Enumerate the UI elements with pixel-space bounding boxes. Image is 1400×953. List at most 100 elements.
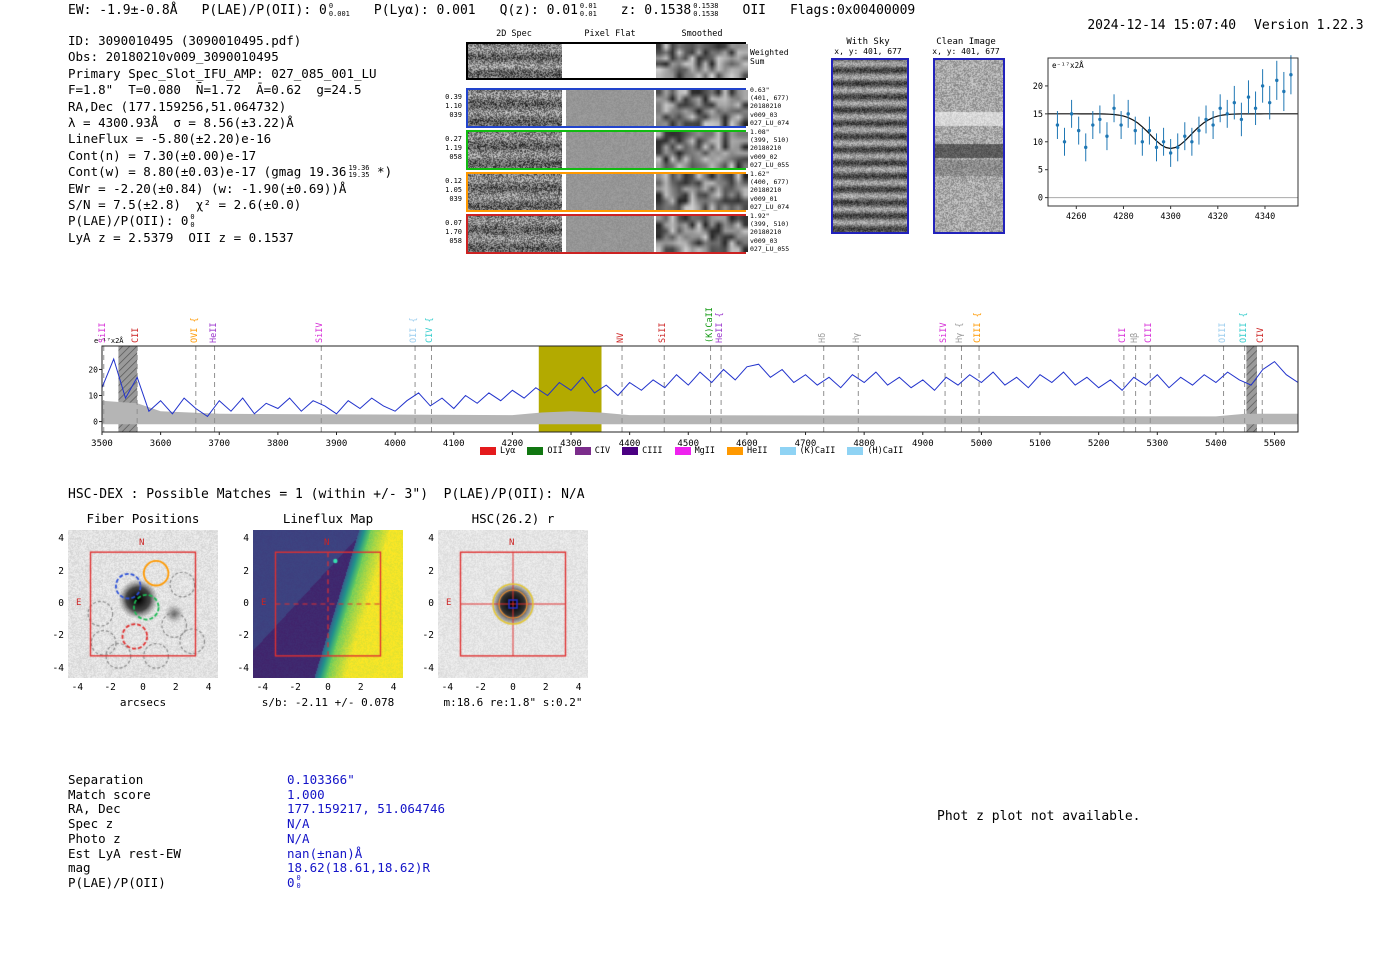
data-point bbox=[1176, 146, 1179, 149]
info-line-11: P(LAE)/P(OII): 000 bbox=[68, 213, 392, 229]
info-line-2: Primary Spec_Slot_IFU_AMP: 027_085_001_L… bbox=[68, 66, 392, 82]
panel-xlabel: arcsecs bbox=[48, 696, 238, 709]
sub-value: 0 bbox=[190, 222, 194, 230]
panel-ytick: -4 bbox=[416, 663, 434, 674]
emission-line-label: CII bbox=[1119, 328, 1128, 343]
fiber-id-label: 027_LU_055 bbox=[750, 161, 796, 169]
report-version: Version 1.22.3 bbox=[1254, 18, 1364, 33]
legend-item: Lyα bbox=[480, 446, 515, 456]
y-tick-label: 0 bbox=[93, 418, 98, 427]
legend-swatch bbox=[847, 447, 863, 455]
info-text: LineFlux = -5.80(±2.20)e-16 bbox=[68, 131, 271, 147]
weighted-sum-row bbox=[466, 42, 746, 80]
panel-ytick: -2 bbox=[416, 630, 434, 641]
legend-label: HeII bbox=[747, 446, 767, 456]
panel-xlabel: m:18.6 re:1.8" s:0.2" bbox=[418, 696, 608, 709]
fiber-weight-label: 0.27 bbox=[438, 135, 462, 144]
legend-item: CIV bbox=[575, 446, 610, 456]
fiber-weight-label: 1.05 bbox=[438, 186, 462, 195]
emission-line-label: OIII { bbox=[1240, 312, 1249, 343]
data-point bbox=[1240, 118, 1243, 121]
match-value: 0.103366" bbox=[287, 772, 355, 787]
data-point bbox=[1155, 146, 1158, 149]
panel-xtick: 4 bbox=[199, 682, 219, 693]
full-spectrum-plot: 3500360037003800390040004100420043004400… bbox=[88, 338, 1312, 450]
cutout-2dspec-image bbox=[468, 132, 562, 168]
detection-info-block: ID: 3090010495 (3090010495.pdf)Obs: 2018… bbox=[68, 33, 392, 246]
y-tick-label: 5 bbox=[1038, 166, 1043, 176]
error-band bbox=[102, 401, 1298, 425]
panel-title: HSC(26.2) r bbox=[438, 511, 588, 526]
spectrum-units-label: e⁻¹⁷x2Å bbox=[94, 337, 124, 345]
info-stack: 00 bbox=[190, 214, 194, 229]
emission-line-label: HeII { bbox=[716, 312, 725, 343]
x-tick-label: 4900 bbox=[912, 439, 934, 449]
cutout-smoothed-image bbox=[656, 174, 748, 210]
fiber-id-label: 0.63" bbox=[750, 86, 796, 94]
x-tick-label: 5100 bbox=[1029, 439, 1051, 449]
info-text: Primary Spec_Slot_IFU_AMP: 027_085_001_L… bbox=[68, 66, 377, 82]
info-line-4: RA,Dec (177.159256,51.064732) bbox=[68, 99, 392, 115]
cutout-row-right-labels: 1.62"(400, 677)20180210v009_01027_LU_074 bbox=[750, 170, 796, 211]
panel-ytick: 2 bbox=[416, 566, 434, 577]
elixer-report: 2024-12-14 15:07:40Version 1.22.3 HSC-DE… bbox=[0, 0, 1400, 953]
y-tick-label: 0 bbox=[1038, 194, 1043, 204]
y-tick-label: 20 bbox=[1033, 82, 1043, 92]
legend-swatch bbox=[622, 447, 638, 455]
match-stack: 00 bbox=[297, 875, 301, 890]
panel-ytick: 4 bbox=[46, 533, 64, 544]
info-text: S/N = 7.5(±2.8) χ² = 2.6(±0.0) bbox=[68, 197, 301, 213]
data-point bbox=[1091, 123, 1094, 126]
spectrum-legend: LyαOIICIVCIIIMgIIHeII(K)CaII(H)CaII bbox=[480, 446, 903, 456]
cutout-smoothed-image bbox=[656, 90, 748, 126]
legend-label: CIII bbox=[642, 446, 662, 456]
cutout-row-right-labels: 1.92"(399, 510)20180210v009_03027_LU_055 bbox=[750, 212, 796, 253]
panel-xtick: 2 bbox=[536, 682, 556, 693]
fiber-id-label: v009_03 bbox=[750, 237, 796, 245]
match-value-text: 0 bbox=[287, 875, 295, 890]
cutout-2dspec-image bbox=[468, 90, 562, 126]
header-seg-stack: 00.001 bbox=[329, 3, 350, 18]
info-text: Cont(w) = 8.80(±0.03)e-17 (gmag 19.36 bbox=[68, 164, 346, 180]
compass-n: N bbox=[509, 538, 514, 548]
data-point bbox=[1289, 73, 1292, 76]
fiber-weight-label: 0.12 bbox=[438, 177, 462, 186]
x-tick-label: 5300 bbox=[1146, 439, 1168, 449]
emission-line-label: CIV bbox=[1257, 328, 1266, 343]
panel-title: Fiber Positions bbox=[68, 511, 218, 526]
panel-ytick: -4 bbox=[231, 663, 249, 674]
legend-label: Lyα bbox=[500, 446, 515, 456]
fiber-weight-label: 0.07 bbox=[438, 219, 462, 228]
data-point bbox=[1247, 95, 1250, 98]
emission-line-label: OVI { bbox=[191, 317, 200, 343]
cutout-col-header: 2D Spec bbox=[466, 29, 562, 39]
x-tick-label: 3700 bbox=[208, 439, 230, 449]
sub-value: 19.35 bbox=[348, 172, 369, 180]
fiber-weight-label: 039 bbox=[438, 111, 462, 120]
weighted-label-line: Sum bbox=[750, 57, 789, 66]
cutout-row-0 bbox=[466, 88, 746, 128]
x-tick-label: 4340 bbox=[1255, 212, 1275, 222]
legend-swatch bbox=[727, 447, 743, 455]
info-line-5: λ = 4300.93Å σ = 8.56(±3.22)Å bbox=[68, 115, 392, 131]
fiber-id-label: 20180210 bbox=[750, 144, 796, 152]
info-line-0: ID: 3090010495 (3090010495.pdf) bbox=[68, 33, 392, 49]
compass-n: N bbox=[139, 538, 144, 548]
x-tick-label: 3800 bbox=[267, 439, 289, 449]
match-value-text: N/A bbox=[287, 831, 310, 846]
data-point bbox=[1070, 112, 1073, 115]
legend-swatch bbox=[675, 447, 691, 455]
fiber-id-label: 20180210 bbox=[750, 102, 796, 110]
data-point bbox=[1226, 112, 1229, 115]
cutout-pixelflat-image bbox=[566, 90, 654, 126]
panel-xtick: 2 bbox=[166, 682, 186, 693]
report-datetime-version: 2024-12-14 15:07:40Version 1.22.3 bbox=[1056, 3, 1364, 48]
x-tick-label: 5500 bbox=[1264, 439, 1286, 449]
header-seg-text: Q(z): 0.01 bbox=[500, 3, 578, 18]
info-line-6: LineFlux = -5.80(±2.20)e-16 bbox=[68, 131, 392, 147]
info-text: Obs: 20180210v009_3090010495 bbox=[68, 49, 279, 65]
cutout-row-left-labels: 0.121.05039 bbox=[438, 177, 462, 204]
data-point bbox=[1183, 134, 1186, 137]
match-label: mag bbox=[68, 860, 91, 875]
header-seg-6: Flags:0x00400009 bbox=[790, 3, 915, 18]
